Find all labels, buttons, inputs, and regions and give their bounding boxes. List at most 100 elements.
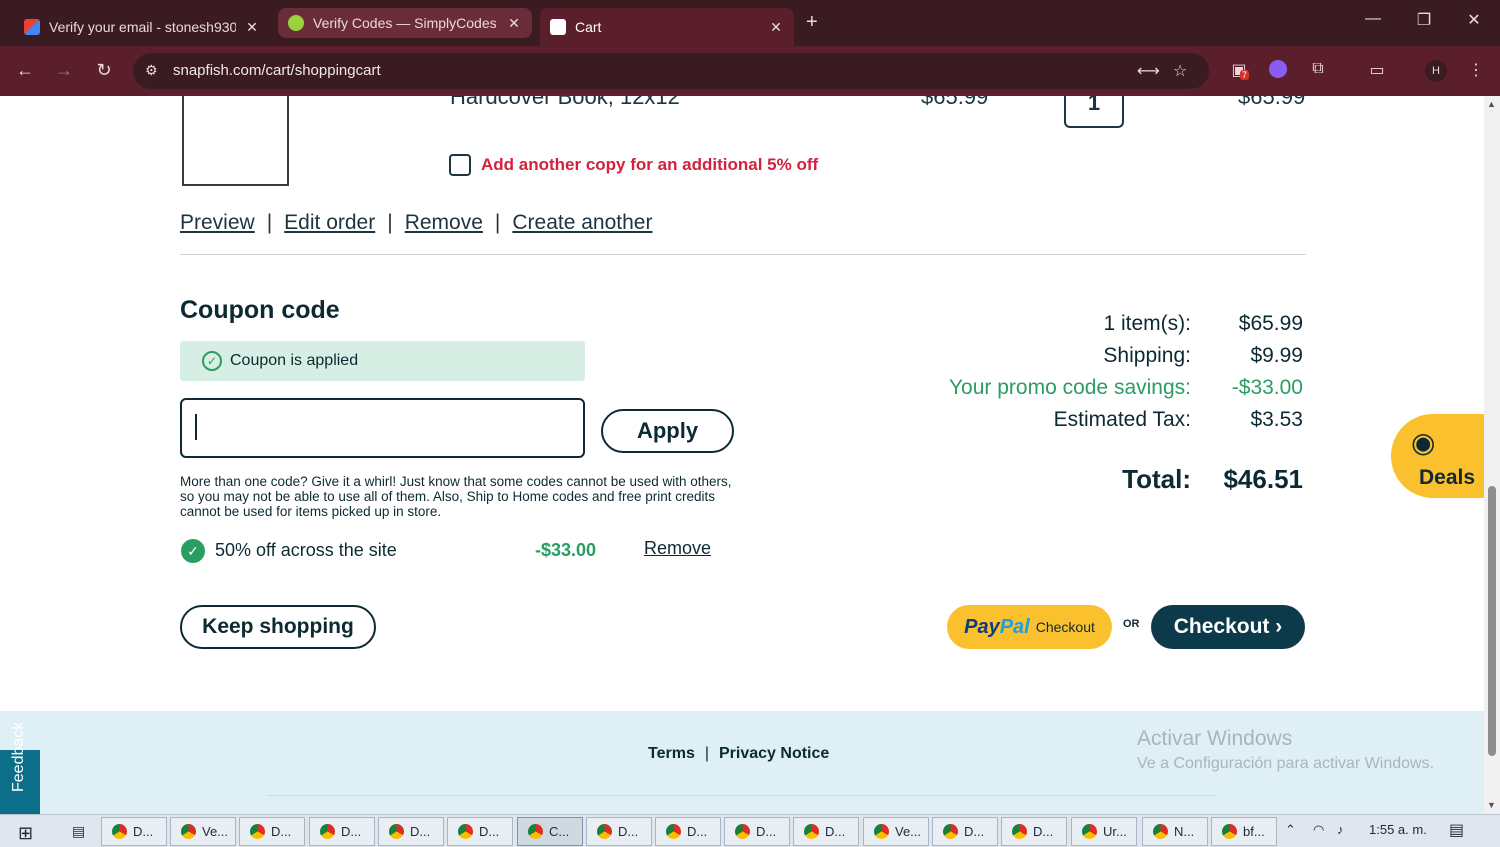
coupon-applied-message: Coupon is applied: [230, 352, 359, 369]
close-tab-icon[interactable]: ✕: [768, 19, 784, 36]
checkout-button[interactable]: Checkout ›: [1151, 605, 1305, 649]
scroll-down-icon[interactable]: ▼: [1487, 800, 1496, 810]
bookmark-star-icon[interactable]: ☆: [1173, 61, 1187, 81]
summary-row-tax: Estimated Tax: $3.53: [880, 408, 1306, 440]
taskbar-item[interactable]: D...: [239, 817, 305, 846]
applied-coupon-name: 50% off across the site: [215, 540, 397, 560]
taskbar-item[interactable]: D...: [793, 817, 859, 846]
edit-order-link[interactable]: Edit order: [284, 211, 375, 235]
create-another-link[interactable]: Create another: [512, 211, 652, 235]
coupon-code-input[interactable]: [180, 398, 585, 458]
tab-cart[interactable]: Cart ✕: [540, 8, 794, 46]
app-icon: [735, 824, 750, 839]
scroll-up-icon[interactable]: ▲: [1487, 99, 1496, 109]
check-filled-icon: ✓: [181, 539, 205, 563]
taskbar-item[interactable]: D...: [447, 817, 513, 846]
show-desktop-icon[interactable]: ▤: [72, 823, 85, 840]
tab-gmail[interactable]: Verify your email - stonesh930( ✕: [14, 8, 270, 46]
remove-item-link[interactable]: Remove: [405, 211, 483, 235]
minimize-icon[interactable]: —: [1358, 10, 1388, 28]
taskbar-item[interactable]: Ur...: [1071, 817, 1137, 846]
extension-purple-icon[interactable]: [1267, 60, 1289, 82]
privacy-link[interactable]: Privacy Notice: [719, 745, 829, 762]
simplycodes-icon: [288, 15, 304, 31]
back-icon[interactable]: ←: [13, 60, 37, 81]
taskbar-item[interactable]: N...: [1142, 817, 1208, 846]
app-icon: [181, 824, 196, 839]
paypal-logo-pay: Pay: [964, 615, 1000, 638]
apply-coupon-button[interactable]: Apply: [601, 409, 734, 453]
taskbar-item[interactable]: D...: [932, 817, 998, 846]
product-thumbnail[interactable]: [182, 96, 289, 186]
deals-button[interactable]: ◉ Deals: [1391, 414, 1484, 498]
url-text: snapfish.com/cart/shoppingcart: [173, 62, 381, 79]
taskbar-item[interactable]: D...: [586, 817, 652, 846]
app-icon: [250, 824, 265, 839]
remove-coupon-link[interactable]: Remove: [644, 538, 711, 559]
menu-kebab-icon[interactable]: ⋮: [1465, 60, 1487, 82]
taskbar-item[interactable]: D...: [101, 817, 167, 846]
taskbar-item[interactable]: D...: [655, 817, 721, 846]
taskbar-item-label: N...: [1174, 824, 1195, 839]
restore-icon[interactable]: ❐: [1409, 10, 1439, 30]
taskbar-item[interactable]: bf...: [1211, 817, 1277, 846]
translate-icon[interactable]: ⟷: [1137, 61, 1160, 81]
extensions-puzzle-icon[interactable]: ⧉: [1307, 60, 1329, 82]
address-bar[interactable]: ⚙ snapfish.com/cart/shoppingcart ⟷ ☆: [133, 53, 1209, 89]
profile-avatar[interactable]: H: [1425, 60, 1447, 82]
summary-label: 1 item(s):: [1103, 312, 1191, 335]
total-label: Total:: [1122, 464, 1191, 494]
reload-icon[interactable]: ↻: [92, 60, 116, 81]
taskbar-item[interactable]: Ve...: [863, 817, 929, 846]
preview-link[interactable]: Preview: [180, 211, 255, 235]
side-panel-icon[interactable]: ▭: [1366, 60, 1388, 82]
activate-subtitle: Ve a Configuración para activar Windows.: [1137, 755, 1435, 772]
clock[interactable]: 1:55 a. m.: [1369, 822, 1427, 837]
add-copy-checkbox[interactable]: [449, 154, 471, 176]
item-actions: Preview | Edit order | Remove | Create a…: [180, 211, 653, 235]
taskbar-item-label: D...: [687, 824, 708, 839]
app-icon: [804, 824, 819, 839]
taskbar-item[interactable]: D...: [1001, 817, 1067, 846]
feedback-tab[interactable]: Feedback: [0, 722, 40, 814]
extension-icon[interactable]: ▣ 7: [1228, 60, 1250, 82]
tab-simplycodes[interactable]: Verify Codes — SimplyCodes ✕: [278, 8, 532, 38]
notifications-icon[interactable]: ▤: [1449, 820, 1464, 840]
quantity-input[interactable]: 1: [1064, 96, 1124, 128]
volume-icon[interactable]: ♪: [1337, 822, 1344, 837]
forward-icon[interactable]: →: [52, 60, 76, 81]
windows-activation-watermark: Activar Windows Ve a Configuración para …: [1137, 727, 1434, 773]
site-settings-icon[interactable]: ⚙: [145, 62, 158, 79]
cart-page: Hardcover Book, 12x12 $65.99 1 $65.99 Ad…: [0, 96, 1484, 814]
taskbar-item-label: Ur...: [1103, 824, 1127, 839]
close-window-icon[interactable]: ✕: [1459, 10, 1489, 30]
taskbar-item[interactable]: D...: [309, 817, 375, 846]
app-icon: [1082, 824, 1097, 839]
taskbar-item[interactable]: C...: [517, 817, 583, 846]
order-total: Total: $46.51: [880, 464, 1306, 498]
taskbar-item[interactable]: D...: [724, 817, 790, 846]
taskbar-item-label: D...: [410, 824, 431, 839]
close-tab-icon[interactable]: ✕: [244, 19, 260, 36]
keep-shopping-button[interactable]: Keep shopping: [180, 605, 376, 649]
extension-badge: 7: [1240, 70, 1250, 80]
paypal-checkout-button[interactable]: Pay Pal Checkout: [947, 605, 1112, 649]
chevron-up-icon[interactable]: ⌃: [1285, 822, 1296, 838]
app-icon: [874, 824, 889, 839]
or-separator: OR: [1123, 618, 1140, 630]
terms-link[interactable]: Terms: [648, 745, 695, 762]
app-icon: [112, 824, 127, 839]
taskbar-item[interactable]: D...: [378, 817, 444, 846]
add-copy-option[interactable]: Add another copy for an additional 5% of…: [449, 154, 818, 176]
summary-label: Estimated Tax:: [1053, 408, 1191, 431]
page-scrollbar[interactable]: ▲ ▼: [1484, 96, 1500, 814]
wifi-icon[interactable]: ◠: [1313, 822, 1324, 838]
scrollbar-thumb[interactable]: [1488, 486, 1496, 756]
close-tab-icon[interactable]: ✕: [506, 15, 522, 32]
taskbar-item[interactable]: Ve...: [170, 817, 236, 846]
start-icon[interactable]: ⊞: [18, 823, 33, 844]
app-icon: [1153, 824, 1168, 839]
deals-label: Deals: [1419, 466, 1476, 489]
taskbar-item-label: Ve...: [202, 824, 229, 839]
new-tab-icon[interactable]: +: [806, 11, 818, 34]
